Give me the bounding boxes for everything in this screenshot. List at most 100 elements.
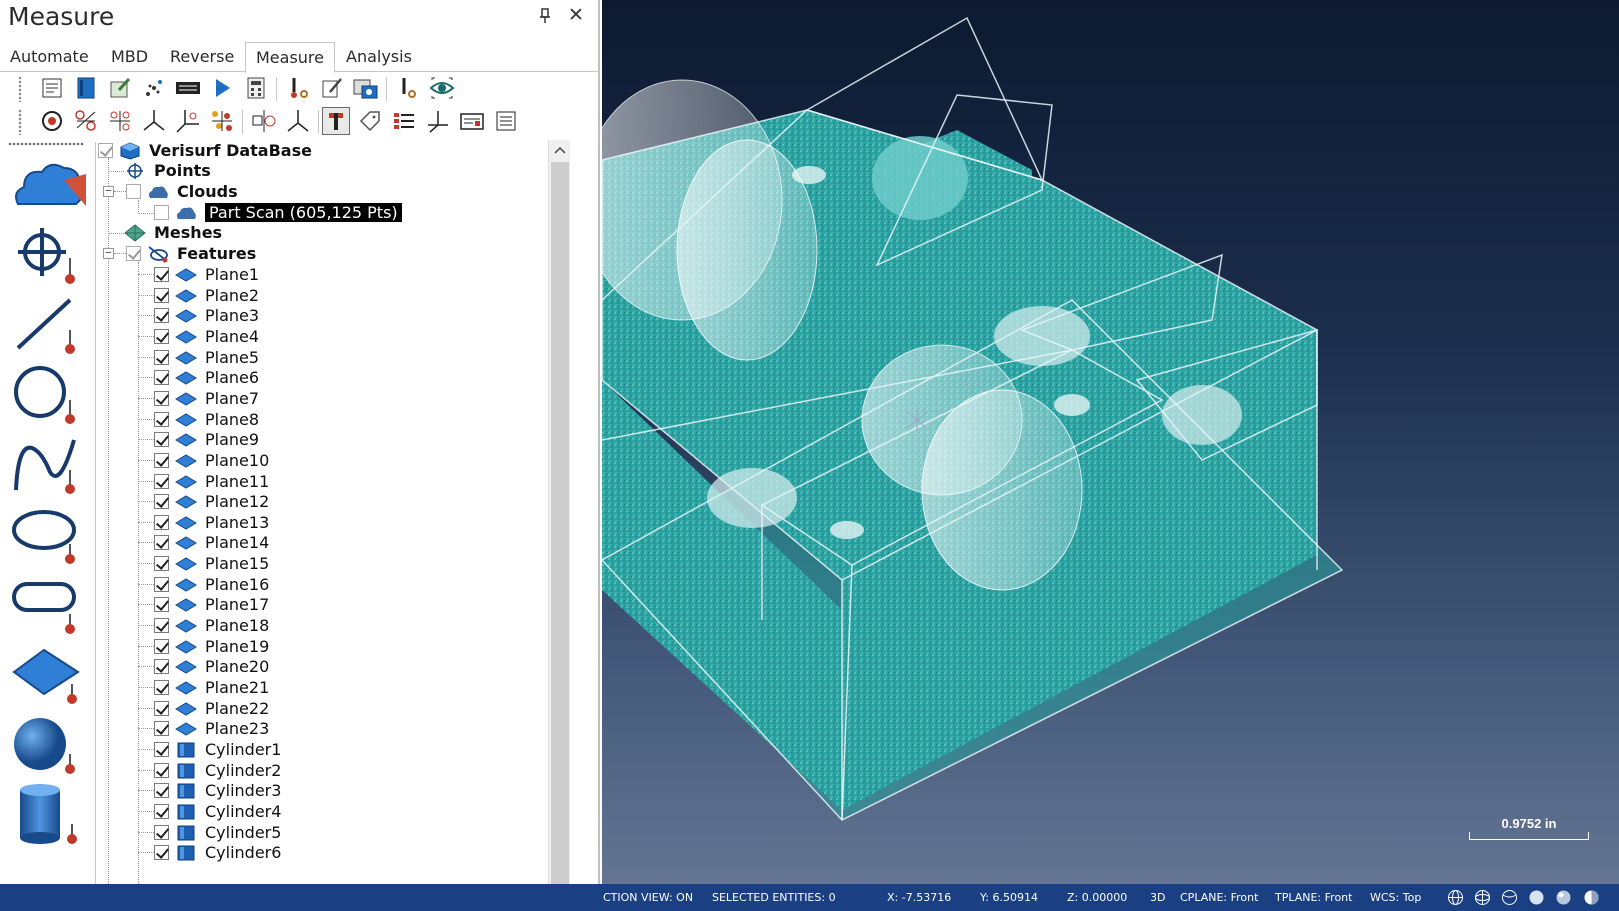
anchor-icon[interactable] xyxy=(322,107,350,135)
feature-checkbox[interactable] xyxy=(154,659,169,674)
list-icon[interactable] xyxy=(390,107,418,135)
tree-item-plane[interactable]: Plane7 xyxy=(154,388,259,409)
probe-settings-icon[interactable] xyxy=(284,74,312,102)
feature-checkbox[interactable] xyxy=(154,845,169,860)
scroll-up-icon[interactable] xyxy=(549,140,571,160)
axes-icon[interactable] xyxy=(140,107,168,135)
view-mode[interactable]: 3D xyxy=(1150,884,1165,911)
feature-checkbox[interactable] xyxy=(154,763,169,778)
feature-checkbox[interactable] xyxy=(154,412,169,427)
calculator-icon[interactable] xyxy=(242,74,270,102)
feature-checkbox[interactable] xyxy=(154,474,169,489)
edit-image-icon[interactable] xyxy=(106,74,134,102)
tab-automate[interactable]: Automate xyxy=(0,42,99,72)
shaded-sphere-alt-icon[interactable] xyxy=(1555,889,1572,906)
3d-viewport[interactable]: 0.9752 in xyxy=(602,0,1619,884)
feature-checkbox[interactable] xyxy=(154,308,169,323)
pen-edit-icon[interactable] xyxy=(318,74,346,102)
tree-item-cylinder[interactable]: Cylinder4 xyxy=(154,801,281,822)
feature-checkbox[interactable] xyxy=(154,329,169,344)
wireframe-globe-icon[interactable] xyxy=(1501,889,1518,906)
feature-checkbox[interactable] xyxy=(154,783,169,798)
feature-checkbox[interactable] xyxy=(154,577,169,592)
play-icon[interactable] xyxy=(208,74,236,102)
feature-checkbox[interactable] xyxy=(154,825,169,840)
clouds-checkbox[interactable] xyxy=(126,184,141,199)
feature-checkbox[interactable] xyxy=(154,556,169,571)
feature-checkbox[interactable] xyxy=(154,804,169,819)
features-checkbox[interactable] xyxy=(126,246,141,261)
tree-item-plane[interactable]: Plane19 xyxy=(154,636,269,657)
feature-checkbox[interactable] xyxy=(154,701,169,716)
part-scan-model[interactable] xyxy=(602,0,1619,884)
probe-tool-icon[interactable] xyxy=(394,74,422,102)
tree-item-plane[interactable]: Plane2 xyxy=(154,285,259,306)
plane-measure-icon[interactable] xyxy=(10,644,86,708)
tab-reverse[interactable]: Reverse xyxy=(160,42,244,72)
point-measure-icon[interactable] xyxy=(10,224,86,288)
mirror-icon[interactable] xyxy=(250,107,278,135)
tree-item-plane[interactable]: Plane8 xyxy=(154,409,259,430)
eye-view-icon[interactable] xyxy=(428,74,456,102)
circle-measure-icon[interactable] xyxy=(10,364,86,428)
tree-item-plane[interactable]: Plane22 xyxy=(154,698,269,719)
tree-item-plane[interactable]: Plane16 xyxy=(154,574,269,595)
slot-measure-icon[interactable] xyxy=(10,574,86,638)
feature-checkbox[interactable] xyxy=(154,370,169,385)
sphere-measure-icon[interactable] xyxy=(10,714,86,778)
notes-icon[interactable] xyxy=(492,107,520,135)
tree-item-cylinder[interactable]: Cylinder2 xyxy=(154,760,281,781)
globe-alt-icon[interactable] xyxy=(1474,889,1491,906)
tree-item-plane[interactable]: Plane12 xyxy=(154,491,269,512)
constructs-icon[interactable] xyxy=(72,107,100,135)
feature-checkbox[interactable] xyxy=(154,742,169,757)
root-checkbox[interactable] xyxy=(98,143,113,158)
feature-checkbox[interactable] xyxy=(154,535,169,550)
tree-item-plane[interactable]: Plane23 xyxy=(154,718,269,739)
feature-checkbox[interactable] xyxy=(154,432,169,447)
cylinder-measure-icon[interactable] xyxy=(10,784,86,848)
half-shaded-icon[interactable] xyxy=(1583,889,1600,906)
tree-item-plane[interactable]: Plane14 xyxy=(154,532,269,553)
sparkle-points-icon[interactable] xyxy=(140,74,168,102)
shaded-sphere-icon[interactable] xyxy=(1528,889,1545,906)
toolbar-grip[interactable] xyxy=(18,109,22,135)
tree-item-meshes[interactable]: Meshes xyxy=(124,222,222,243)
tree-item-plane[interactable]: Plane18 xyxy=(154,615,269,636)
feature-checkbox[interactable] xyxy=(154,639,169,654)
tree-item-cylinder[interactable]: Cylinder1 xyxy=(154,739,281,760)
tree-item-plane[interactable]: Plane20 xyxy=(154,656,269,677)
properties-icon[interactable] xyxy=(38,74,66,102)
feature-checkbox[interactable] xyxy=(154,721,169,736)
scroll-thumb[interactable] xyxy=(551,162,569,884)
toolbar-grip[interactable] xyxy=(18,76,22,102)
tree-item-plane[interactable]: Plane9 xyxy=(154,429,259,450)
tree-item-plane[interactable]: Plane15 xyxy=(154,553,269,574)
tree-item-plane[interactable]: Plane13 xyxy=(154,512,269,533)
coordinate-icon[interactable] xyxy=(424,107,452,135)
tree-root[interactable]: Verisurf DataBase xyxy=(98,140,312,161)
feature-checkbox[interactable] xyxy=(154,350,169,365)
tab-measure[interactable]: Measure xyxy=(245,42,335,73)
tree-item-features[interactable]: Features xyxy=(126,243,256,264)
tree-item-plane[interactable]: Plane10 xyxy=(154,450,269,471)
tree-item-plane[interactable]: Plane5 xyxy=(154,347,259,368)
feature-checkbox[interactable] xyxy=(154,267,169,282)
pin-icon[interactable] xyxy=(536,8,554,26)
tree-item-cylinder[interactable]: Cylinder6 xyxy=(154,842,281,863)
tree-item-cylinder[interactable]: Cylinder3 xyxy=(154,780,281,801)
book-icon[interactable] xyxy=(72,74,100,102)
tree-item-plane[interactable]: Plane1 xyxy=(154,264,259,285)
tree-scrollbar[interactable] xyxy=(548,140,570,884)
feature-checkbox[interactable] xyxy=(154,391,169,406)
feature-checkbox[interactable] xyxy=(154,494,169,509)
feature-checkbox[interactable] xyxy=(154,618,169,633)
tree-item-points[interactable]: Points xyxy=(124,160,211,181)
spline-measure-icon[interactable] xyxy=(10,434,86,498)
tab-analysis[interactable]: Analysis xyxy=(336,42,422,72)
report-icon[interactable] xyxy=(458,107,486,135)
globe-icon[interactable] xyxy=(1447,889,1464,906)
tag-icon[interactable] xyxy=(356,107,384,135)
ellipse-measure-icon[interactable] xyxy=(10,504,86,568)
part-scan-checkbox[interactable] xyxy=(154,205,169,220)
